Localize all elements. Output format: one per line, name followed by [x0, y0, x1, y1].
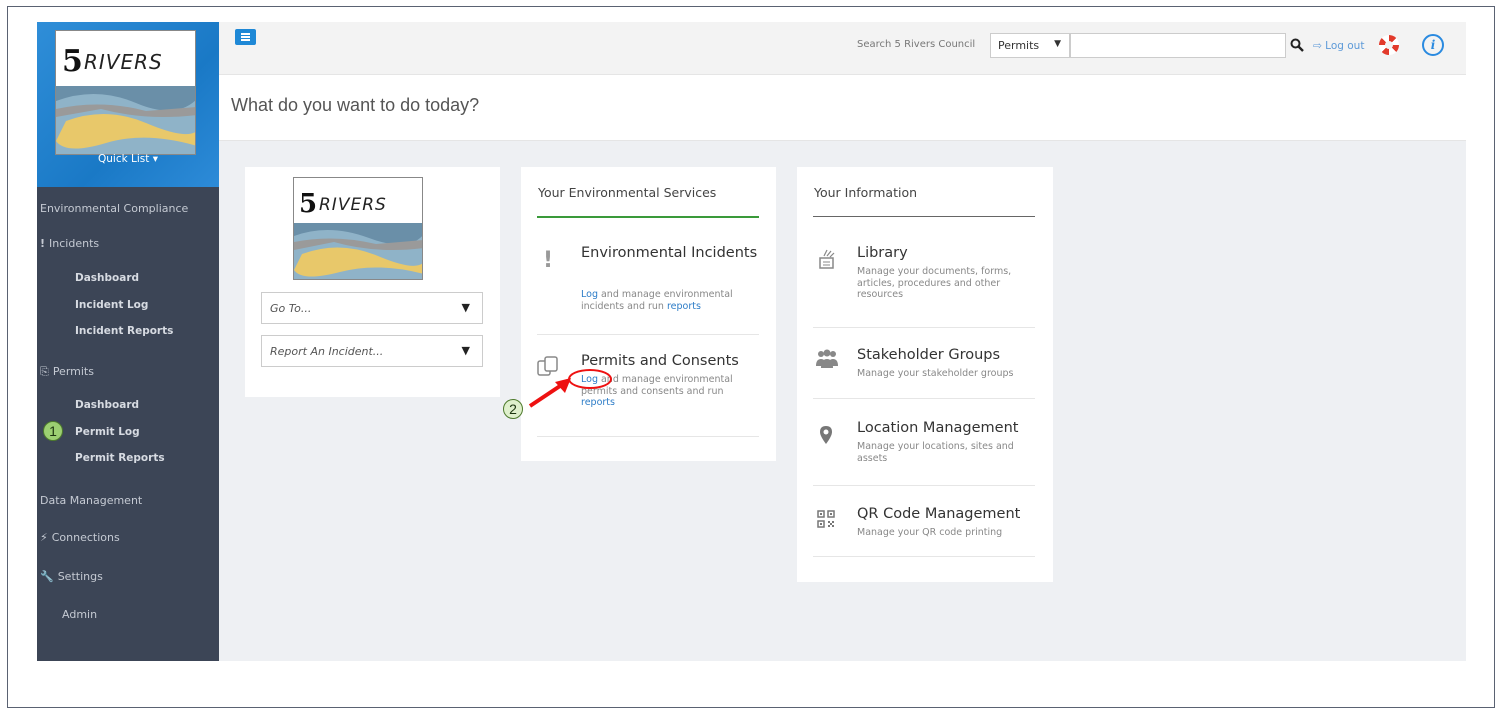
sidebar-logo-text: RIVERS — [84, 50, 163, 74]
exclamation-icon: ! — [543, 248, 554, 273]
environmental-services-panel: Your Environmental Services ! Environmen… — [521, 167, 776, 461]
caret-down-icon: ▼ — [461, 344, 470, 357]
sidebar-item-settings[interactable]: 🔧 Settings — [40, 570, 103, 583]
incidents-log-link[interactable]: Log — [581, 289, 598, 300]
help-lifering-icon[interactable] — [1379, 35, 1399, 55]
service-desc-text: and manage environmental incidents and r… — [581, 289, 733, 312]
sidebar-item-connections[interactable]: ⚡ Connections — [40, 531, 120, 544]
step-2-badge: 2 — [503, 399, 523, 419]
svg-text:5: 5 — [299, 189, 317, 219]
svg-text:5: 5 — [62, 44, 83, 79]
logout-link[interactable]: ⇨ Log out — [1313, 40, 1364, 52]
sidebar-item-incidents[interactable]: ! Incidents — [40, 237, 99, 250]
sidebar-item-permit-dashboard[interactable]: Dashboard — [75, 399, 139, 411]
panel-title: Your Environmental Services — [538, 185, 717, 200]
sidebar-item-permit-reports[interactable]: Permit Reports — [75, 452, 165, 464]
hamburger-menu-button[interactable] — [235, 29, 256, 45]
step-1-badge: 1 — [43, 421, 63, 441]
red-arrow-icon — [528, 378, 571, 408]
service-desc: Log and manage environmental incidents a… — [581, 289, 753, 312]
permits-icon: ⎘ — [40, 365, 49, 378]
location-pin-icon — [819, 425, 833, 449]
highlight-ellipse — [568, 369, 612, 389]
info-title[interactable]: Library — [857, 244, 908, 263]
permits-reports-link[interactable]: reports — [581, 397, 615, 408]
sidebar: 5 RIVERS Quick List ▾ Environmental Comp… — [37, 22, 219, 661]
caret-down-icon: ▼ — [1054, 39, 1061, 49]
service-environmental-incidents: ! Environmental Incidents Log and manage… — [537, 218, 759, 335]
sidebar-item-label: Permits — [52, 365, 94, 378]
panel-rule — [813, 216, 1035, 217]
info-desc: Manage your QR code printing — [857, 527, 1003, 538]
quick-list-toggle[interactable]: Quick List ▾ — [37, 153, 219, 165]
info-title[interactable]: Location Management — [857, 419, 1018, 438]
sidebar-item-label: Settings — [57, 570, 103, 583]
sidebar-item-label: Incidents — [49, 237, 100, 250]
library-icon — [819, 248, 835, 274]
search-label: Search 5 Rivers Council — [857, 39, 976, 50]
exclamation-icon: ! — [40, 237, 46, 250]
quick-actions-panel: 5 RIVERS Go To... ▼ Report An Incident..… — [245, 167, 500, 397]
info-library: Library Manage your documents, forms, ar… — [813, 218, 1035, 328]
sidebar-item-incident-dashboard[interactable]: Dashboard — [75, 272, 139, 284]
sidebar-logo[interactable]: 5 RIVERS — [55, 30, 196, 155]
incidents-reports-link[interactable]: reports — [667, 301, 701, 312]
goto-dropdown[interactable]: Go To... ▼ — [261, 292, 483, 324]
info-qr-code-management: QR Code Management Manage your QR code p… — [813, 486, 1035, 557]
info-desc: Manage your stakeholder groups — [857, 368, 1014, 379]
service-title[interactable]: Permits and Consents — [581, 352, 739, 371]
heading-band: What do you want to do today? — [219, 75, 1466, 141]
sidebar-item-data-management[interactable]: Data Management — [40, 494, 142, 507]
sidebar-item-environmental-compliance[interactable]: Environmental Compliance — [40, 202, 188, 215]
page-title: What do you want to do today? — [231, 95, 480, 115]
info-title[interactable]: QR Code Management — [857, 505, 1020, 524]
panel-logo: 5 RIVERS — [293, 177, 423, 280]
logout-label: Log out — [1325, 40, 1365, 52]
sidebar-item-permits[interactable]: ⎘ Permits — [40, 365, 94, 379]
logout-icon: ⇨ — [1313, 40, 1322, 52]
top-bar: Search 5 Rivers Council Permits ▼ ⇨ Log … — [219, 22, 1466, 75]
wrench-icon: 🔧 — [40, 570, 54, 583]
report-dropdown-label: Report An Incident... — [270, 345, 384, 358]
search-scope-value: Permits — [998, 39, 1040, 52]
plug-icon: ⚡ — [40, 531, 48, 544]
panel-title: Your Information — [814, 185, 918, 200]
caret-down-icon: ▼ — [461, 301, 470, 314]
info-title[interactable]: Stakeholder Groups — [857, 346, 1000, 365]
your-information-panel: Your Information Library Manage your doc… — [797, 167, 1053, 582]
group-icon — [815, 348, 839, 374]
info-location-management: Location Management Manage your location… — [813, 399, 1035, 486]
sidebar-item-permit-log[interactable]: Permit Log — [75, 426, 140, 438]
sidebar-item-admin[interactable]: Admin — [62, 608, 97, 621]
search-scope-select[interactable]: Permits ▼ — [990, 33, 1070, 58]
main-content: 5 RIVERS Go To... ▼ Report An Incident..… — [219, 141, 1466, 661]
service-title[interactable]: Environmental Incidents — [581, 244, 757, 263]
info-desc: Manage your locations, sites and assets — [857, 441, 1014, 464]
search-icon[interactable] — [1290, 37, 1304, 52]
info-icon[interactable]: i — [1422, 34, 1444, 56]
sidebar-item-incident-log[interactable]: Incident Log — [75, 299, 148, 311]
info-desc: Manage your documents, forms, articles, … — [857, 266, 1012, 300]
svg-text:RIVERS: RIVERS — [319, 195, 387, 215]
info-stakeholder-groups: Stakeholder Groups Manage your stakehold… — [813, 328, 1035, 399]
report-incident-dropdown[interactable]: Report An Incident... ▼ — [261, 335, 483, 367]
sidebar-item-incident-reports[interactable]: Incident Reports — [75, 325, 173, 337]
goto-dropdown-label: Go To... — [270, 302, 312, 315]
search-input[interactable] — [1070, 33, 1286, 58]
qr-code-icon — [817, 510, 835, 532]
sidebar-header: 5 RIVERS Quick List ▾ — [37, 22, 219, 187]
sidebar-item-label: Connections — [51, 531, 120, 544]
